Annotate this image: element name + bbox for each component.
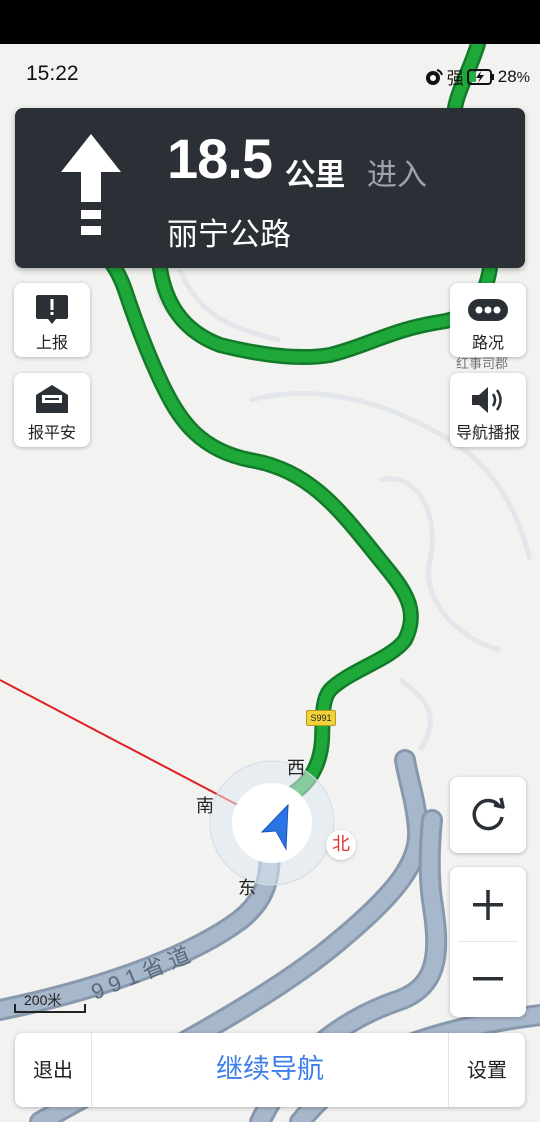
speaker-icon: [472, 387, 502, 413]
envelope-icon: [36, 385, 68, 413]
status-time: 15:22: [26, 62, 79, 85]
zoom-in-button[interactable]: [450, 867, 526, 942]
battery-level: 28%: [497, 66, 530, 86]
minus-icon: [473, 977, 503, 981]
continue-navigation-button[interactable]: 继续导航: [91, 1033, 449, 1107]
report-icon: [36, 295, 68, 324]
status-indicators: 强 28%: [424, 64, 530, 89]
distance-unit: 公里: [285, 158, 345, 193]
exit-button[interactable]: 退出: [15, 1033, 91, 1107]
compass-south: 南: [196, 796, 214, 817]
zoom-controls: [450, 867, 526, 1017]
route-shield: S991: [306, 710, 336, 726]
voice-broadcast-button[interactable]: 导航播报: [450, 373, 526, 447]
scale-label: 200米: [24, 992, 62, 1008]
battery-icon: [466, 68, 494, 85]
signal-strength-label: 强: [446, 69, 464, 88]
gps-signal-icon: [425, 68, 443, 85]
plus-icon: [473, 890, 503, 920]
settings-button[interactable]: 设置: [449, 1033, 525, 1107]
compass-north: 北: [326, 830, 356, 860]
compass-east: 东: [238, 878, 256, 899]
maneuver-action: 进入: [367, 158, 427, 193]
compass-west: 西: [287, 758, 305, 779]
refresh-icon: [472, 797, 505, 831]
traffic-button[interactable]: 路况: [450, 283, 526, 357]
distance-value: 18.5: [167, 127, 273, 190]
navigation-screen: 991省道 S991 红事司郡 西 南 东 北 200米 15:22 强 28%: [0, 0, 540, 1122]
straight-arrow-icon: [61, 134, 121, 235]
next-road-name: 丽宁公路: [167, 217, 291, 253]
report-button[interactable]: 上报: [14, 283, 90, 357]
system-top-bar: [0, 0, 540, 44]
turn-guidance-panel[interactable]: 18.5 公里 进入 丽宁公路: [15, 108, 525, 268]
safety-report-button[interactable]: 报平安: [14, 373, 90, 447]
safety-report-label: 报平安: [27, 423, 76, 442]
traffic-label: 路况: [471, 333, 504, 352]
traffic-icon: [468, 299, 508, 321]
bottom-action-bar: 退出 继续导航 设置: [15, 1033, 525, 1107]
refresh-button[interactable]: [450, 777, 526, 853]
zoom-out-button[interactable]: [450, 942, 526, 1017]
report-label: 上报: [35, 333, 68, 352]
voice-broadcast-label: 导航播报: [455, 423, 520, 442]
